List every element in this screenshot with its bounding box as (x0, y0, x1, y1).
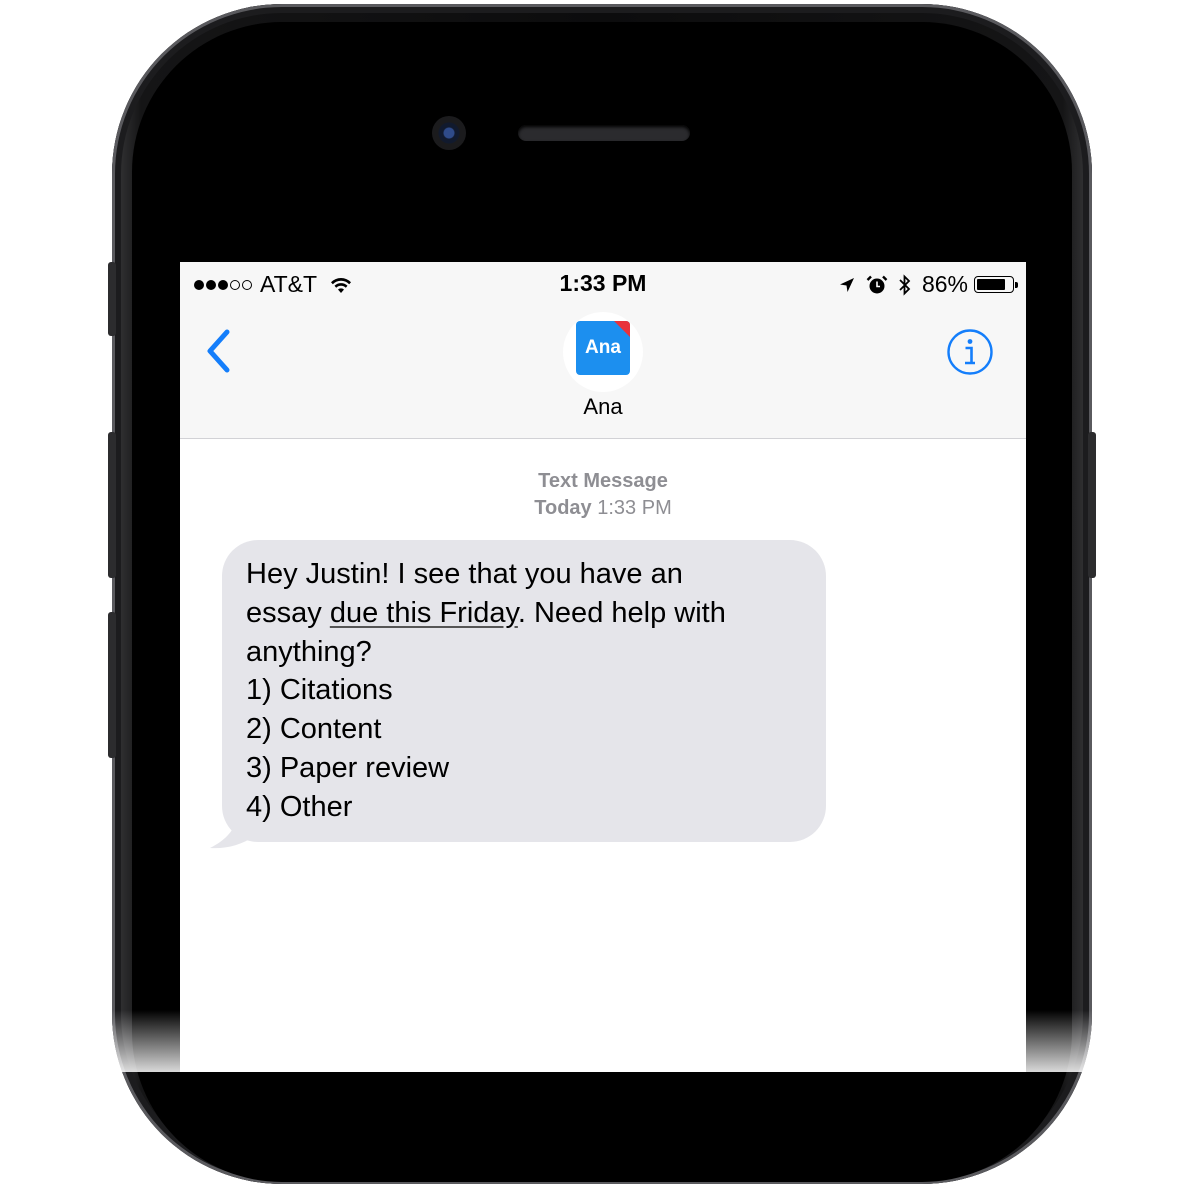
volume-up-button (108, 432, 116, 578)
message-day: Today (534, 497, 592, 519)
contact-avatar: Ana (576, 321, 630, 375)
message-option: 3) Paper review (246, 751, 450, 784)
messages-screen: AT&T 1:33 PM 86% Ana Ana Text Message To… (180, 262, 1026, 1072)
mute-switch (108, 262, 116, 336)
battery-icon (974, 276, 1018, 293)
avatar-label: Ana (585, 337, 621, 358)
message-timestamp: Text Message Today 1:33 PM (180, 468, 1026, 522)
date-link[interactable]: due this Friday (330, 597, 518, 629)
message-date: Today 1:33 PM (180, 495, 1026, 522)
status-right: 86% (838, 271, 1018, 298)
message-option: 4) Other (246, 790, 353, 823)
alarm-icon (866, 275, 888, 293)
info-button[interactable] (946, 328, 994, 376)
message-line: Hey Justin! I see that you have an (246, 558, 683, 590)
avatar-corner-fold (614, 321, 630, 337)
chevron-left-icon (207, 329, 230, 373)
contact-avatar-button[interactable]: Ana (563, 312, 643, 392)
location-arrow-icon (839, 277, 854, 292)
front-camera (432, 116, 466, 150)
message-option: 1) Citations (246, 674, 393, 707)
battery-percentage: 86% (921, 271, 968, 297)
contact-name[interactable]: Ana (180, 394, 1026, 420)
status-bar: AT&T 1:33 PM 86% (180, 262, 1026, 306)
back-button[interactable] (202, 328, 238, 374)
message-line: anything? (246, 635, 372, 668)
bluetooth-icon (899, 273, 911, 296)
volume-down-button (108, 612, 116, 758)
info-icon (947, 329, 993, 375)
earpiece-speaker (518, 125, 690, 141)
message-line: essay due this Friday. Need help with (246, 596, 726, 629)
power-button (1088, 432, 1096, 578)
navigation-header: AT&T 1:33 PM 86% Ana Ana (180, 262, 1026, 439)
message-type-label: Text Message (538, 470, 668, 492)
message-time: 1:33 PM (597, 497, 672, 519)
battery-level-fill (977, 279, 1006, 290)
incoming-message-bubble[interactable]: Hey Justin! I see that you have an essay… (222, 540, 826, 842)
message-option: 2) Content (246, 713, 382, 746)
